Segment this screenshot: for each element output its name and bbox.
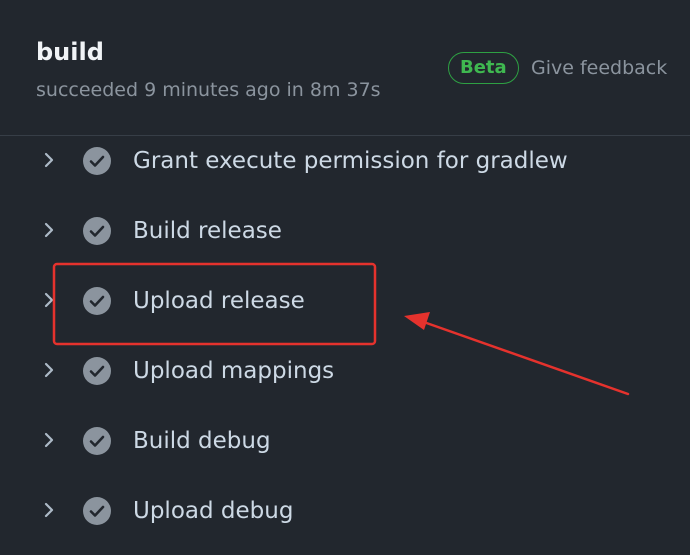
job-header: build succeeded 9 minutes ago in 8m 37s … [0,0,690,136]
step-label: Grant execute permission for gradlew [133,148,568,174]
chevron-right-icon[interactable] [40,221,58,239]
step-upload-mappings[interactable]: Upload mappings [0,336,690,406]
check-circle-icon [83,497,111,525]
step-upload-release[interactable]: Upload release [0,266,690,336]
step-build-debug[interactable]: Build debug [0,406,690,476]
check-circle-icon [83,217,111,245]
give-feedback-link[interactable]: Give feedback [531,56,667,80]
chevron-right-icon[interactable] [40,431,58,449]
check-circle-icon [83,357,111,385]
check-circle-icon [83,287,111,315]
step-label: Upload mappings [133,358,335,384]
chevron-right-icon[interactable] [40,151,58,169]
chevron-right-icon[interactable] [40,291,58,309]
job-status-text: succeeded 9 minutes ago in 8m 37s [36,79,381,101]
check-circle-icon [83,147,111,175]
check-circle-icon [83,427,111,455]
step-upload-debug[interactable]: Upload debug [0,476,690,546]
step-label: Build debug [133,428,271,454]
step-label: Build release [133,218,282,244]
step-label: Upload debug [133,498,294,524]
step-build-release[interactable]: Build release [0,196,690,266]
chevron-right-icon[interactable] [40,361,58,379]
step-grant-execute-permission[interactable]: Grant execute permission for gradlew [0,126,690,196]
steps-list: Grant execute permission for gradlew Bui… [0,126,690,546]
beta-badge: Beta [448,52,519,84]
step-label: Upload release [133,288,305,314]
job-title: build [36,38,104,66]
chevron-right-icon[interactable] [40,501,58,519]
